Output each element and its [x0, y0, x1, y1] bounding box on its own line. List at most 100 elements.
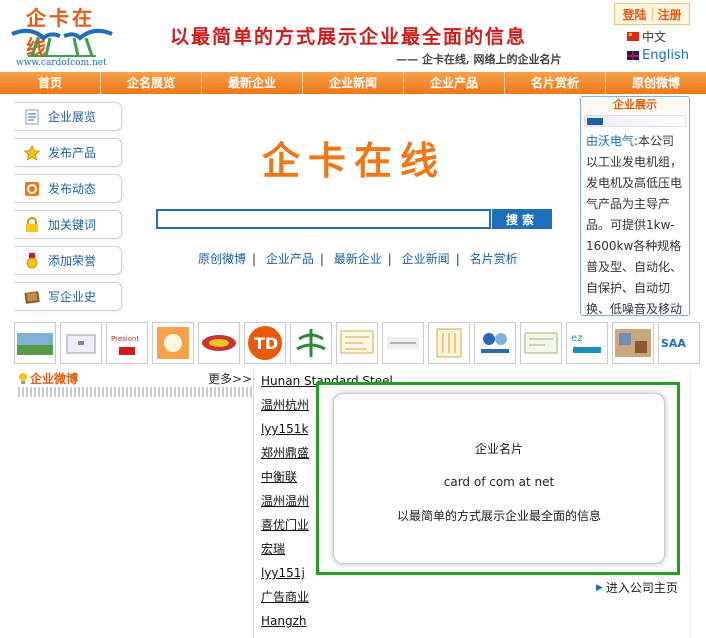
company-link[interactable]: 广告商业: [261, 588, 321, 612]
birds-logo-icon: [11, 28, 113, 57]
company-logo-thumb[interactable]: TD: [244, 322, 286, 364]
company-logo-thumb[interactable]: [336, 322, 378, 364]
menu-company-exhibit[interactable]: 企业展览: [14, 102, 122, 131]
menu-label: 发布产品: [48, 146, 97, 160]
company-logo-thumb[interactable]: [198, 322, 240, 364]
menu-label: 发布动态: [48, 182, 97, 196]
lock-icon: [24, 216, 40, 233]
search-button[interactable]: 搜索: [492, 209, 552, 229]
quicklink-weibo[interactable]: 原创微博: [198, 252, 246, 266]
document-icon: [24, 109, 40, 125]
showcase-text: 由沃电气:本公司以工业发电机组，发电机及高低压电气产品为主导产品。可提供1kw-…: [581, 129, 689, 316]
company-logo-thumb[interactable]: [612, 322, 654, 364]
company-logo-thumb[interactable]: [428, 322, 470, 364]
lang-english-label: English: [642, 48, 689, 63]
site-logo[interactable]: 企卡在线 www.cardofcom.net: [10, 2, 114, 70]
right-edge-divider: [690, 370, 691, 638]
quick-links: 原创微博 | 企业产品 | 最新企业 | 企业新闻 | 名片赏析: [198, 252, 518, 266]
menu-add-honors[interactable]: 添加荣誉: [14, 246, 122, 275]
nav-card-gallery[interactable]: 名片赏析: [505, 72, 606, 94]
company-link[interactable]: lyy151j: [261, 564, 321, 588]
quicklink-gallery[interactable]: 名片赏析: [470, 252, 518, 266]
showcase-description: :本公司以工业发电机组，发电机及高低压电气产品为主导产品。可提供1kw-1600…: [586, 134, 683, 316]
weibo-divider: [18, 387, 252, 397]
quicklink-news[interactable]: 企业新闻: [402, 252, 450, 266]
menu-write-history[interactable]: 写企业史: [14, 282, 122, 311]
lang-english[interactable]: English: [627, 48, 689, 63]
menu-publish-news[interactable]: 发布动态: [14, 174, 122, 203]
nav-company-news[interactable]: 企业新闻: [303, 72, 404, 94]
china-flag-icon: [627, 32, 639, 41]
nav-company-products[interactable]: 企业产品: [404, 72, 505, 94]
register-link[interactable]: 注册: [658, 6, 682, 23]
nav-home[interactable]: 首页: [0, 72, 101, 94]
card-title: 企业名片: [474, 442, 523, 456]
menu-label: 企业展览: [48, 110, 97, 124]
nav-exhibition[interactable]: 企名展览: [101, 72, 202, 94]
quicklink-products[interactable]: 企业产品: [266, 252, 314, 266]
main-nav: 首页 企名展览 最新企业 企业新闻 企业产品 名片赏析 原创微博: [0, 72, 706, 94]
search-input[interactable]: [156, 209, 491, 229]
weibo-more-link[interactable]: 更多>>: [208, 370, 252, 387]
business-card[interactable]: 企业名片 card of com at net 以最简单的方式展示企业最全面的信…: [333, 393, 665, 564]
company-logo-thumb[interactable]: ez: [566, 322, 608, 364]
company-showcase: 企业展示 由沃电气:本公司以工业发电机组，发电机及高低压电气产品为主导产品。可提…: [580, 96, 690, 316]
company-logo-thumb[interactable]: SAA: [658, 322, 700, 364]
company-link[interactable]: 温州杭州: [261, 396, 321, 420]
company-link[interactable]: 温州温州: [261, 492, 321, 516]
auth-divider: [651, 7, 653, 21]
company-link[interactable]: 中衡联: [261, 468, 321, 492]
svg-text:SAA: SAA: [661, 337, 686, 350]
company-logo-thumb[interactable]: [14, 322, 56, 364]
logo-strip: Presiont TD ez SAA: [14, 322, 700, 364]
company-link[interactable]: 郑州鼎盛: [261, 444, 321, 468]
menu-label: 写企业史: [48, 290, 97, 304]
enter-homepage-link[interactable]: ▶ 进入公司主页: [596, 579, 678, 596]
gear-icon: [24, 181, 40, 197]
card-slogan: 以最简单的方式展示企业最全面的信息: [396, 509, 601, 523]
lang-chinese-label: 中文: [642, 30, 667, 44]
lang-chinese[interactable]: 中文: [627, 28, 666, 45]
quicklink-latest[interactable]: 最新企业: [334, 252, 382, 266]
company-logo-thumb[interactable]: [382, 322, 424, 364]
brand-title: 企卡在线: [262, 138, 447, 183]
company-logo-thumb[interactable]: Presiont: [106, 322, 148, 364]
weibo-panel: 企业微博 更多>>: [18, 370, 252, 397]
showcase-banner[interactable]: [584, 115, 686, 127]
login-link[interactable]: 登陆: [622, 6, 646, 23]
nav-latest-companies[interactable]: 最新企业: [202, 72, 303, 94]
menu-label: 添加荣誉: [48, 254, 97, 268]
menu-label: 加关键词: [48, 218, 97, 232]
company-logo-thumb[interactable]: [60, 322, 102, 364]
nav-weibo[interactable]: 原创微博: [606, 72, 706, 94]
column-divider: [253, 370, 254, 638]
card-preview-frame: 企业名片 card of com at net 以最简单的方式展示企业最全面的信…: [316, 382, 680, 575]
company-link[interactable]: 宏瑞: [261, 540, 321, 564]
star-icon: [24, 144, 40, 161]
svg-text:TD: TD: [254, 334, 278, 353]
company-logo-thumb[interactable]: [474, 322, 516, 364]
company-logo-thumb[interactable]: [520, 322, 562, 364]
chevron-right-icon: ▶: [596, 582, 603, 593]
medal-icon: [24, 252, 40, 269]
showcase-title: 企业展示: [581, 97, 689, 113]
auth-box: 登陆 注册: [614, 3, 690, 25]
company-list: Hunan Standard Steel 温州杭州 lyy151k 郑州鼎盛 中…: [261, 372, 393, 636]
menu-publish-product[interactable]: 发布产品: [14, 138, 122, 167]
showcase-company-link[interactable]: 由沃电气: [586, 134, 634, 148]
svg-text:Presiont: Presiont: [111, 335, 139, 343]
book-icon: [24, 289, 40, 305]
svg-text:ez: ez: [571, 333, 582, 344]
company-link[interactable]: lyy151k: [261, 420, 321, 444]
uk-flag-icon: [627, 51, 639, 60]
company-logo-thumb[interactable]: [152, 322, 194, 364]
weibo-title-text: 企业微博: [30, 372, 79, 386]
company-logo-thumb[interactable]: [290, 322, 332, 364]
company-link[interactable]: 喜优门业: [261, 516, 321, 540]
enter-homepage-label: 进入公司主页: [605, 581, 678, 595]
site-slogan: 以最简单的方式展示企业最全面的信息: [170, 26, 528, 48]
site-subslogan: —— 企卡在线, 网络上的企业名片: [396, 53, 562, 66]
company-link[interactable]: Hangzh: [261, 612, 321, 636]
logo-url: www.cardofcom.net: [16, 58, 107, 68]
menu-add-keywords[interactable]: 加关键词: [14, 210, 122, 239]
